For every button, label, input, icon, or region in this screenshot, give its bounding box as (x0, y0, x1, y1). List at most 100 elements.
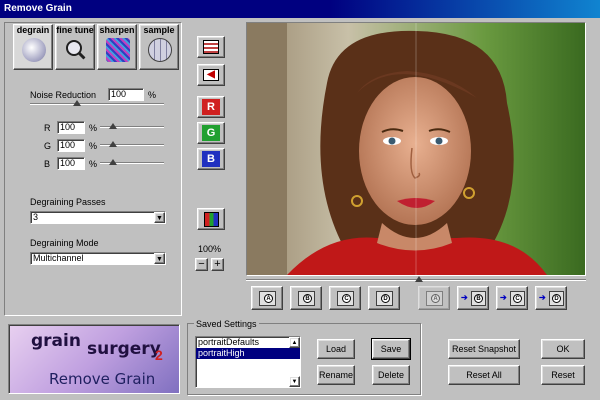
green-channel-button[interactable]: G (197, 122, 225, 144)
restore-snapshot-icon: D (549, 291, 564, 306)
blue-channel-icon: B (202, 151, 220, 167)
ok-button[interactable]: OK (541, 339, 585, 359)
snapshot-letter: D (381, 294, 390, 303)
slider-thumb[interactable] (415, 276, 423, 282)
restore-b-button[interactable]: ➔ B (457, 286, 489, 310)
camera-icon: B (298, 291, 315, 306)
restore-a-button[interactable]: A (418, 286, 450, 310)
zoom-out-button[interactable]: − (195, 258, 208, 271)
snapshot-a-button[interactable]: A (251, 286, 283, 310)
percent-unit: % (89, 123, 98, 133)
reset-snapshot-button[interactable]: Reset Snapshot (448, 339, 520, 359)
reset-view-button[interactable]: ◀ (197, 64, 225, 86)
saved-settings-legend: Saved Settings (194, 319, 259, 329)
magnifier-icon (66, 40, 88, 62)
window-title: Remove Grain (0, 0, 600, 18)
scroll-down-icon[interactable]: ▼ (289, 376, 300, 387)
snapshot-letter: A (431, 294, 440, 303)
logo-word-grain: grain (31, 331, 81, 351)
snapshot-letter: C (342, 294, 351, 303)
scroll-up-icon[interactable]: ▲ (289, 337, 300, 348)
arrow-right-icon: ➔ (461, 293, 468, 302)
tab-label: degrain (16, 25, 50, 35)
camera-icon: D (376, 291, 393, 306)
snapshot-c-button[interactable]: C (329, 286, 361, 310)
tab-sharpen[interactable]: sharpen (97, 24, 137, 70)
product-logo: grain surgery 2 Remove Grain (8, 324, 180, 394)
percent-unit: % (89, 159, 98, 169)
compare-split-button[interactable] (197, 36, 225, 58)
green-channel-icon: G (202, 125, 220, 141)
restore-c-button[interactable]: ➔ C (496, 286, 528, 310)
chevron-down-icon[interactable]: ▼ (154, 253, 165, 264)
list-item[interactable]: portraitHigh (196, 348, 300, 359)
percent-unit: % (148, 90, 157, 100)
percent-unit: % (89, 141, 98, 151)
degrain-icon (22, 38, 46, 62)
delete-button[interactable]: Delete (372, 365, 410, 385)
degraining-passes-select[interactable]: 3 ▼ (30, 211, 166, 224)
tab-label: fine tune (56, 25, 94, 35)
noise-reduction-label: Noise Reduction (30, 90, 97, 100)
red-channel-label: R (44, 123, 51, 133)
slider-thumb[interactable] (109, 123, 117, 129)
preview-area[interactable] (246, 22, 586, 276)
selected-value: 3 (33, 212, 39, 222)
snapshot-letter: A (264, 294, 273, 303)
snapshot-letter: B (303, 294, 312, 303)
reset-all-button[interactable]: Reset All (448, 365, 520, 385)
reset-button[interactable]: Reset (541, 365, 585, 385)
snapshot-letter: B (474, 294, 483, 303)
tab-sample[interactable]: sample (139, 24, 179, 70)
rename-button[interactable]: Rename (317, 365, 355, 385)
tab-label: sample (143, 25, 175, 35)
blue-channel-label: B (44, 159, 51, 169)
arrow-right-icon: ➔ (539, 293, 546, 302)
zoom-level: 100% (198, 244, 222, 254)
degraining-passes-label: Degraining Passes (30, 197, 106, 207)
blue-channel-input[interactable]: 100 (57, 157, 85, 170)
saved-settings-list[interactable]: portraitDefaults portraitHigh ▲ ▼ (195, 336, 301, 388)
degraining-mode-select[interactable]: Multichannel ▼ (30, 252, 166, 265)
red-channel-button[interactable]: R (197, 96, 225, 118)
chevron-down-icon[interactable]: ▼ (154, 212, 165, 223)
save-button[interactable]: Save (371, 338, 411, 360)
snapshot-d-button[interactable]: D (368, 286, 400, 310)
slider-thumb[interactable] (73, 100, 81, 106)
logo-subtitle: Remove Grain (49, 370, 156, 388)
red-channel-input[interactable]: 100 (57, 121, 85, 134)
green-channel-label: G (44, 141, 52, 151)
logo-word-surgery: surgery (87, 339, 161, 359)
rgb-bars-icon (204, 212, 219, 227)
restore-snapshot-icon: C (510, 291, 525, 306)
restore-snapshot-icon: A (426, 291, 443, 306)
slider-thumb[interactable] (109, 141, 117, 147)
load-button[interactable]: Load (317, 339, 355, 359)
tab-degrain[interactable]: degrain (13, 24, 53, 70)
degraining-mode-label: Degraining Mode (30, 238, 99, 248)
arrow-left-icon: ◀ (203, 69, 219, 81)
green-channel-input[interactable]: 100 (57, 139, 85, 152)
sharpen-grain-icon (106, 38, 130, 62)
camera-icon: A (259, 291, 276, 306)
snapshot-b-button[interactable]: B (290, 286, 322, 310)
blue-channel-button[interactable]: B (197, 148, 225, 170)
all-channels-button[interactable] (197, 208, 225, 230)
tab-fine-tune[interactable]: fine tune (55, 24, 95, 70)
noise-reduction-slider[interactable] (30, 103, 164, 105)
zoom-in-button[interactable]: + (211, 258, 224, 271)
arrow-right-icon: ➔ (500, 293, 507, 302)
noise-reduction-input[interactable]: 100 (108, 88, 144, 101)
camera-icon: C (337, 291, 354, 306)
snapshot-letter: D (552, 294, 561, 303)
list-item[interactable]: portraitDefaults (196, 337, 300, 348)
logo-version: 2 (155, 347, 163, 363)
restore-snapshot-icon: B (471, 291, 486, 306)
sample-grid-icon (148, 38, 172, 62)
split-view-icon (203, 40, 219, 54)
restore-d-button[interactable]: ➔ D (535, 286, 567, 310)
slider-thumb[interactable] (109, 159, 117, 165)
tab-label: sharpen (99, 25, 135, 35)
portrait-preview-image (247, 23, 585, 275)
red-channel-icon: R (202, 99, 220, 115)
